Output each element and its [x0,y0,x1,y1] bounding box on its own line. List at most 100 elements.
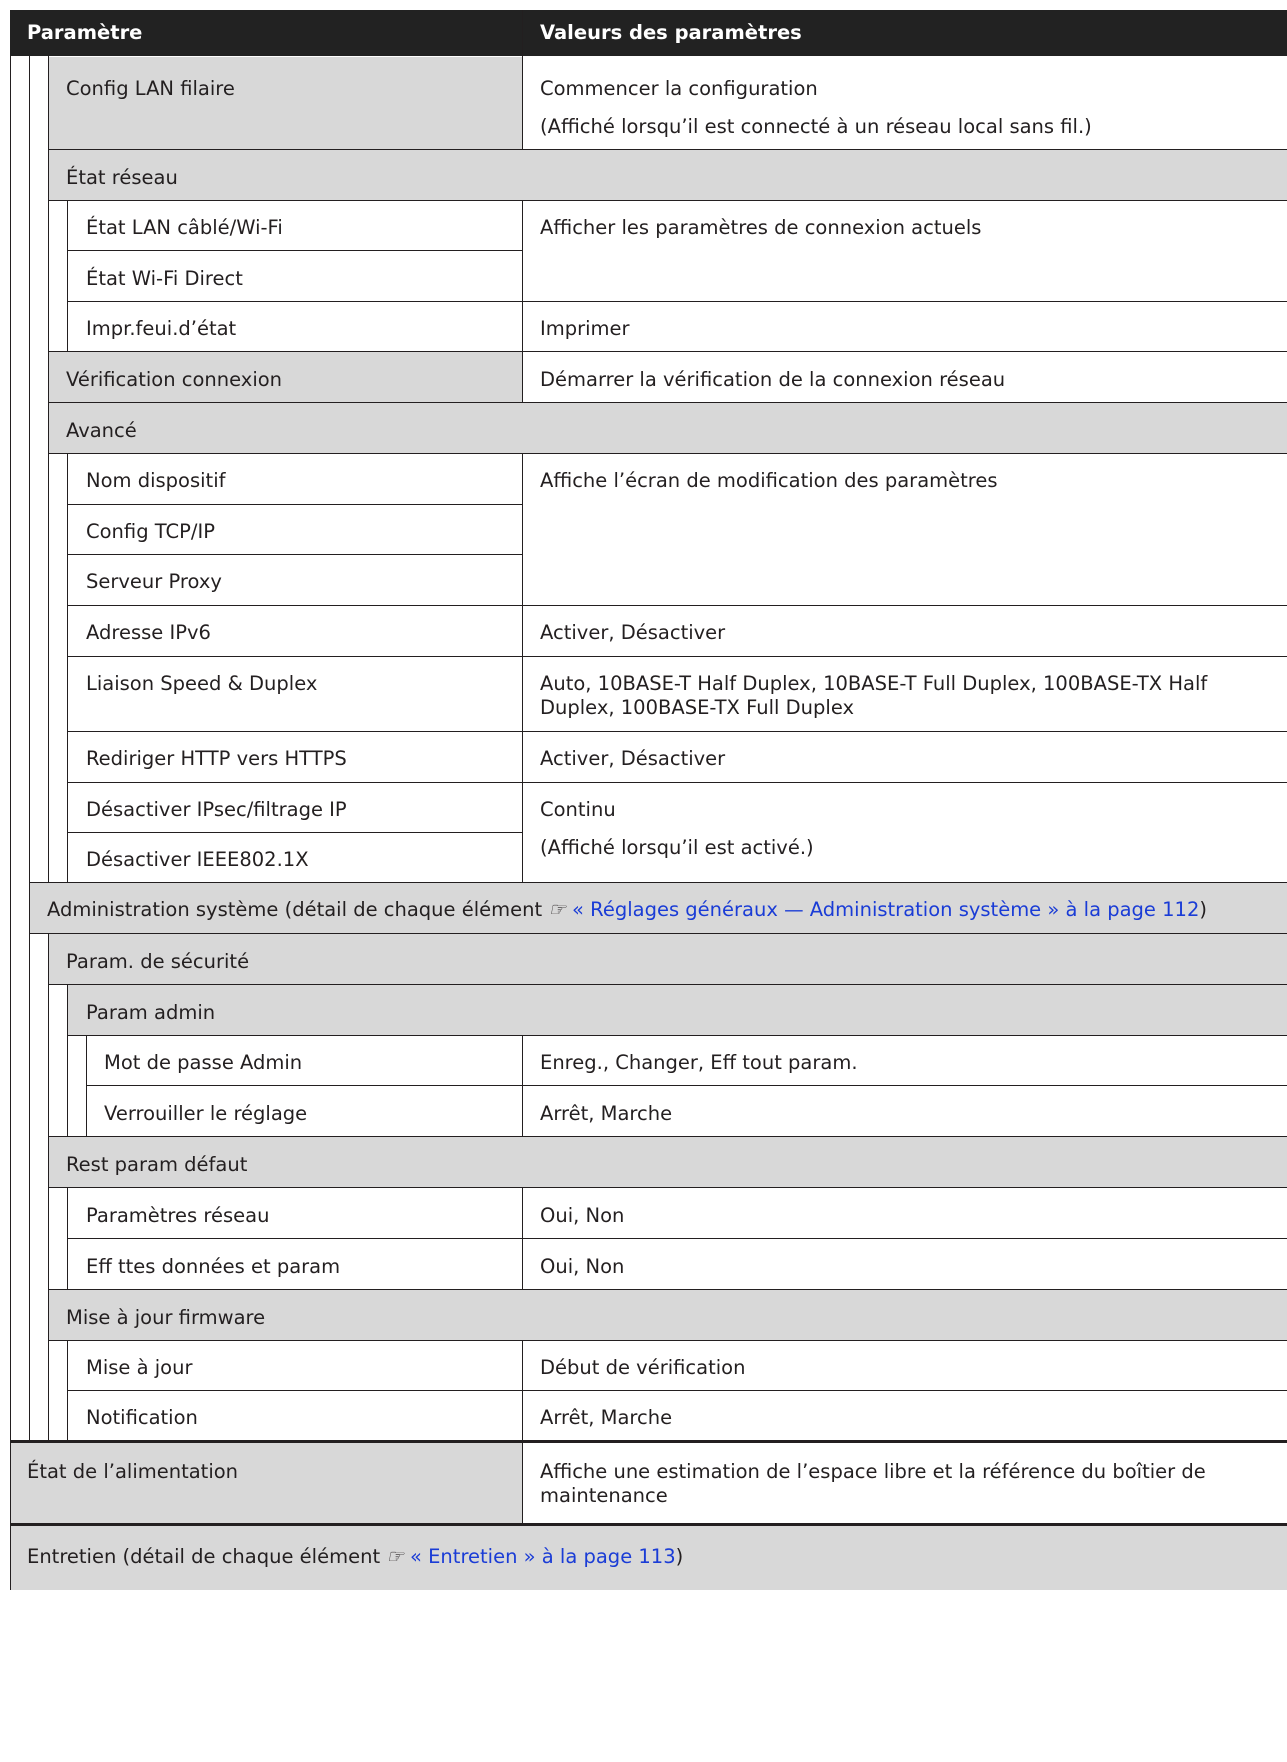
row-rule [67,1238,1287,1239]
row-rule [67,731,1287,732]
entretien-suffix: ) [675,1545,684,1568]
indent-rule [29,56,30,1440]
param-notification: Notification [86,1406,198,1429]
indent-rule [67,1187,68,1289]
row-rule [48,200,1287,201]
row-rule [86,1085,1287,1086]
param-desact-ieee: Désactiver IEEE802.1X [86,848,309,871]
row-rule [67,1035,1287,1036]
row-rule [48,1289,1287,1290]
header-col-values: Valeurs des paramètres [540,21,802,44]
value-impr-feuil: Imprimer [540,317,630,340]
indent-rule [67,453,68,882]
column-divider [522,1187,523,1289]
section-title-entretien: Entretien (détail de chaque élément ☞ « … [27,1545,683,1569]
row-rule [67,1390,1287,1391]
entretien-link[interactable]: « Entretien » à la page 113 [410,1545,676,1568]
section-config-lan [48,57,522,149]
row-rule [48,402,1287,403]
param-etat-alimentation: État de l’alimentation [27,1460,239,1483]
value-liaison-speed: Auto, 10BASE-T Half Duplex, 10BASE-T Ful… [540,672,1208,719]
indent-rule [48,933,49,1440]
value-config-lan-2: (Affiché lorsqu’il est connecté à un rés… [540,115,1092,138]
indent-rule [67,1340,68,1440]
settings-table: Paramètre Valeurs des paramètres Config … [0,0,1287,1762]
row-rule [48,984,1287,985]
header-col-param: Paramètre [27,21,143,44]
pointing-hand-icon: ☞ [386,1545,410,1568]
value-etat-lan: Afficher les paramètres de connexion act… [540,216,982,239]
row-rule [48,1340,1287,1341]
param-param-admin: Param admin [86,1001,216,1024]
value-config-lan-1: Commencer la configuration [540,77,818,100]
row-rule [48,1136,1287,1137]
value-rediriger-http: Activer, Désactiver [540,747,726,770]
column-divider [522,1035,523,1136]
value-notification: Arrêt, Marche [540,1406,673,1429]
row-rule [67,554,522,555]
admin-systeme-link[interactable]: « Réglages généraux — Administration sys… [572,898,1199,921]
param-param-reseau: Paramètres réseau [86,1204,270,1227]
param-rediriger-http: Rediriger HTTP vers HTTPS [86,747,347,770]
column-divider [522,200,523,402]
value-desact-ipsec-1: Continu [540,798,616,821]
pointing-hand-icon: ☞ [548,898,573,921]
param-impr-feuil: Impr.feui.d’état [86,317,237,340]
row-rule [48,1187,1287,1188]
value-desact-ipsec-2: (Affiché lorsqu’il est activé.) [540,836,814,859]
admin-systeme-suffix: ) [1199,898,1207,921]
value-etat-alimentation: Affiche une estimation de l’espace libre… [540,1460,1206,1507]
param-desact-ipsec: Désactiver IPsec/filtrage IP [86,798,347,821]
section-title-admin-systeme: Administration système (détail de chaque… [47,898,1207,922]
column-divider [522,10,523,149]
param-config-lan: Config LAN filaire [66,77,235,100]
row-rule [67,656,1287,657]
param-verif-connexion: Vérification connexion [66,368,283,391]
param-maj: Mise à jour [86,1356,193,1379]
param-maj-firmware: Mise à jour firmware [66,1306,266,1329]
section-avance [48,403,1287,453]
param-eff-ttes: Eff ttes données et param [86,1255,341,1278]
column-divider [522,1340,523,1523]
value-nom-dispositif: Affiche l’écran de modification des para… [540,469,998,492]
column-divider [522,453,523,882]
indent-rule [67,200,68,351]
indent-rule [86,1035,87,1136]
row-rule [67,301,1287,302]
param-adresse-ipv6: Adresse IPv6 [86,621,211,644]
value-maj: Début de vérification [540,1356,746,1379]
indent-rule [48,56,49,882]
row-rule [29,882,1287,883]
value-verrouiller: Arrêt, Marche [540,1102,673,1125]
param-rest-param: Rest param défaut [66,1153,248,1176]
table-left-border [10,56,11,1590]
row-rule [67,250,522,251]
row-rule-heavy [10,1523,1287,1526]
admin-systeme-prefix: Administration système (détail de chaque… [47,898,549,921]
value-adresse-ipv6: Activer, Désactiver [540,621,726,644]
row-rule [67,504,522,505]
value-mot-de-passe: Enreg., Changer, Eff tout param. [540,1051,858,1074]
row-rule [48,453,1287,454]
section-param-admin [67,985,1287,1035]
row-rule [48,149,1287,150]
param-etat-lan: État LAN câblé/Wi-Fi [86,216,283,239]
row-rule [67,832,522,833]
param-config-tcpip: Config TCP/IP [86,520,215,543]
param-liaison-speed: Liaison Speed & Duplex [86,672,318,695]
value-param-reseau: Oui, Non [540,1204,625,1227]
param-serveur-proxy: Serveur Proxy [86,570,222,593]
indent-rule [67,984,68,1136]
param-verrouiller: Verrouiller le réglage [104,1102,308,1125]
section-etat-reseau [48,150,1287,200]
row-rule [67,782,1287,783]
row-rule-heavy [10,1440,1287,1443]
param-nom-dispositif: Nom dispositif [86,469,226,492]
param-avance: Avancé [66,419,137,442]
param-param-securite: Param. de sécurité [66,950,250,973]
row-rule [67,605,1287,606]
entretien-prefix: Entretien (détail de chaque élément [27,1545,387,1568]
row-rule [48,351,1287,352]
param-etat-wifi-direct: État Wi-Fi Direct [86,267,243,290]
row-rule [29,933,1287,934]
